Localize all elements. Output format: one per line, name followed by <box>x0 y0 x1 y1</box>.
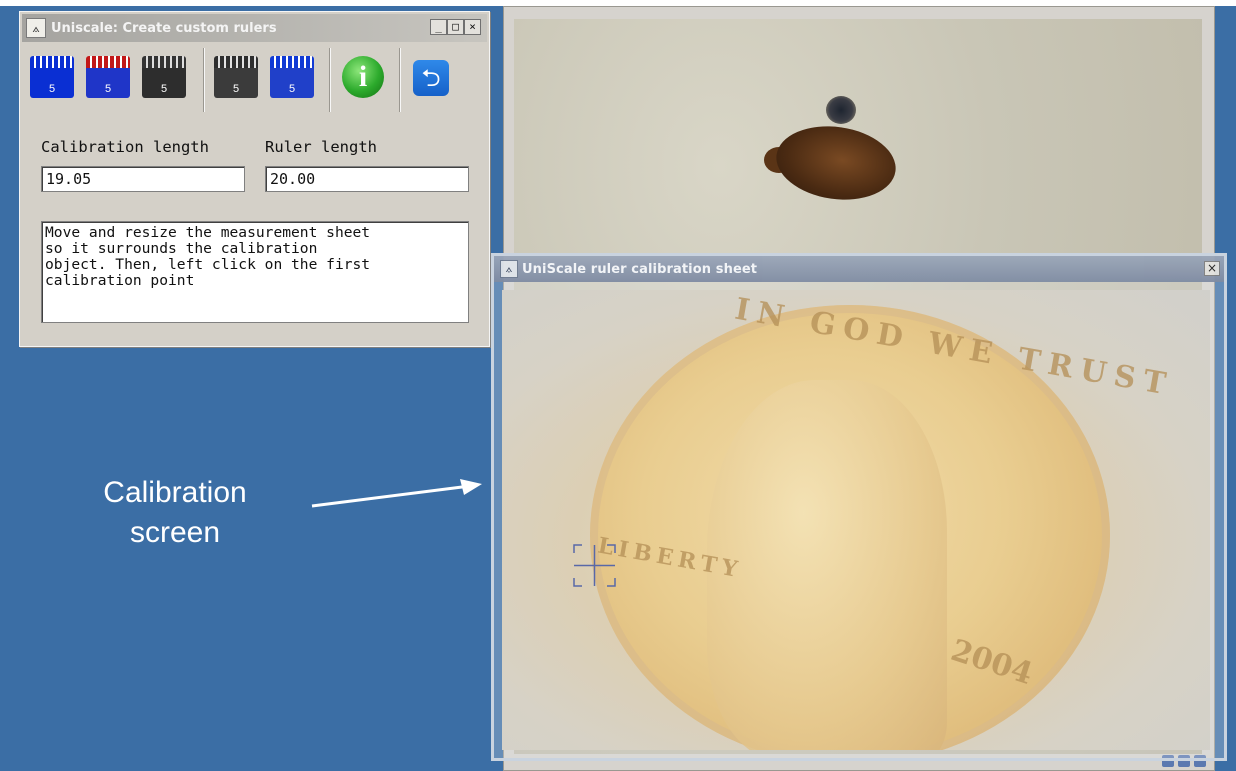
undo-ruler-icon: 5 <box>104 83 112 95</box>
sheet-title: UniScale ruler calibration sheet <box>522 261 758 277</box>
back-icon[interactable]: ⮌ <box>413 60 449 96</box>
ruler-length-label: Ruler length <box>265 138 377 156</box>
minimize-button[interactable]: _ <box>430 19 447 35</box>
ruler-button[interactable]: 5 <box>30 56 74 98</box>
tool-title: Uniscale: Create custom rulers <box>51 20 277 36</box>
ruler-length-input[interactable]: 20.00 <box>265 166 469 192</box>
undo-ruler-button[interactable]: 5 <box>86 56 130 98</box>
maximize-button[interactable]: □ <box>447 19 464 35</box>
delete-ruler-button[interactable]: 5 <box>142 56 186 98</box>
bedbug <box>771 118 901 208</box>
annotation-arrow-icon <box>311 479 482 508</box>
app-icon: ⟑ <box>500 260 518 278</box>
next-ruler-icon: 5 <box>232 83 240 95</box>
sheet-close-button[interactable]: × <box>1204 261 1220 276</box>
instructions-text: Move and resize the measurement sheet so… <box>41 221 469 323</box>
tool-titlebar[interactable]: ⟑ Uniscale: Create custom rulers _ □ × <box>22 14 487 42</box>
annotation-label: Calibration screen <box>95 473 255 553</box>
toolbar-separator <box>203 48 205 112</box>
calibration-sheet-window[interactable]: ⟑ UniScale ruler calibration sheet × IN … <box>491 253 1227 761</box>
annotation-line-2: screen <box>129 516 221 549</box>
sheet-titlebar[interactable]: ⟑ UniScale ruler calibration sheet × <box>494 256 1224 282</box>
tool-toolbar: 5 5 5 5 5 i ⮌ <box>26 48 483 112</box>
info-icon[interactable]: i <box>342 56 384 98</box>
app-icon: ⟑ <box>26 18 46 38</box>
next-ruler-button[interactable]: 5 <box>214 56 258 98</box>
calibration-length-input[interactable]: 19.05 <box>41 166 245 192</box>
close-button[interactable]: × <box>464 19 481 35</box>
ruler-icon: 5 <box>48 83 56 95</box>
previous-ruler-icon: 5 <box>288 83 296 95</box>
toolbar-separator <box>329 48 331 112</box>
delete-ruler-icon: 5 <box>160 83 168 95</box>
toolbar-separator <box>399 48 401 112</box>
window-controls: _ □ × <box>430 19 481 35</box>
sheet-image-area[interactable]: IN GOD WE TRUST LIBERTY 2004 <box>502 290 1210 750</box>
bug-nymph <box>826 96 856 124</box>
crosshair-cursor-icon <box>573 544 616 587</box>
uniscale-tool-window: ⟑ Uniscale: Create custom rulers _ □ × 5… <box>19 11 490 347</box>
previous-ruler-button[interactable]: 5 <box>270 56 314 98</box>
calibration-length-label: Calibration length <box>41 138 209 156</box>
annotation-line-1: Calibration <box>103 476 247 509</box>
